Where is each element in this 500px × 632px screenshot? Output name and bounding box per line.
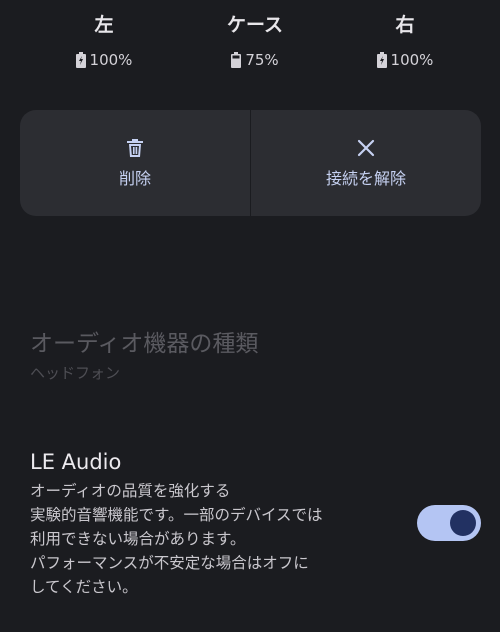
- battery-charging-icon: [376, 52, 387, 68]
- delete-button-label: 削除: [118, 169, 151, 188]
- le-audio-description: オーディオの品質を強化する 実験的音響機能です。一部のデバイスでは 利用できない…: [30, 482, 323, 596]
- delete-button[interactable]: 削除: [20, 110, 250, 216]
- battery-left: 左 100%: [34, 12, 174, 70]
- audio-device-type-value: ヘッドフォン: [30, 364, 121, 382]
- battery-left-percent: 100%: [89, 51, 133, 69]
- close-icon: [357, 139, 375, 157]
- battery-right-percent: 100%: [390, 51, 434, 69]
- bluetooth-device-details: 左 100% ケース 75% 右 100% 削除 接続を解除 オーディオ機器の種…: [0, 0, 500, 632]
- trash-icon: [127, 139, 143, 157]
- battery-left-label: 左: [94, 14, 114, 36]
- audio-device-type-title: オーディオ機器の種類: [30, 331, 259, 357]
- le-audio-title: LE Audio: [30, 450, 122, 474]
- battery-case-level: 75%: [185, 50, 325, 70]
- le-audio-toggle[interactable]: [417, 505, 481, 541]
- disconnect-button-label: 接続を解除: [325, 169, 406, 188]
- battery-right: 右 100%: [335, 12, 475, 70]
- disconnect-button[interactable]: 接続を解除: [251, 110, 481, 216]
- battery-left-level: 100%: [34, 50, 174, 70]
- battery-status-row: 左 100% ケース 75% 右 100%: [0, 0, 500, 90]
- battery-icon: [231, 52, 242, 68]
- device-actions-card: 削除 接続を解除: [20, 110, 481, 216]
- battery-case-percent: 75%: [245, 51, 279, 69]
- battery-charging-icon: [75, 52, 86, 68]
- battery-case-label: ケース: [226, 14, 284, 36]
- battery-case: ケース 75%: [185, 12, 325, 70]
- audio-device-type-setting: オーディオ機器の種類 ヘッドフォン: [30, 328, 258, 384]
- battery-right-label: 右: [395, 14, 415, 36]
- le-audio-setting[interactable]: LE Audio オーディオの品質を強化する 実験的音響機能です。一部のデバイス…: [30, 447, 370, 599]
- toggle-thumb: [450, 510, 476, 536]
- battery-right-level: 100%: [335, 50, 475, 70]
